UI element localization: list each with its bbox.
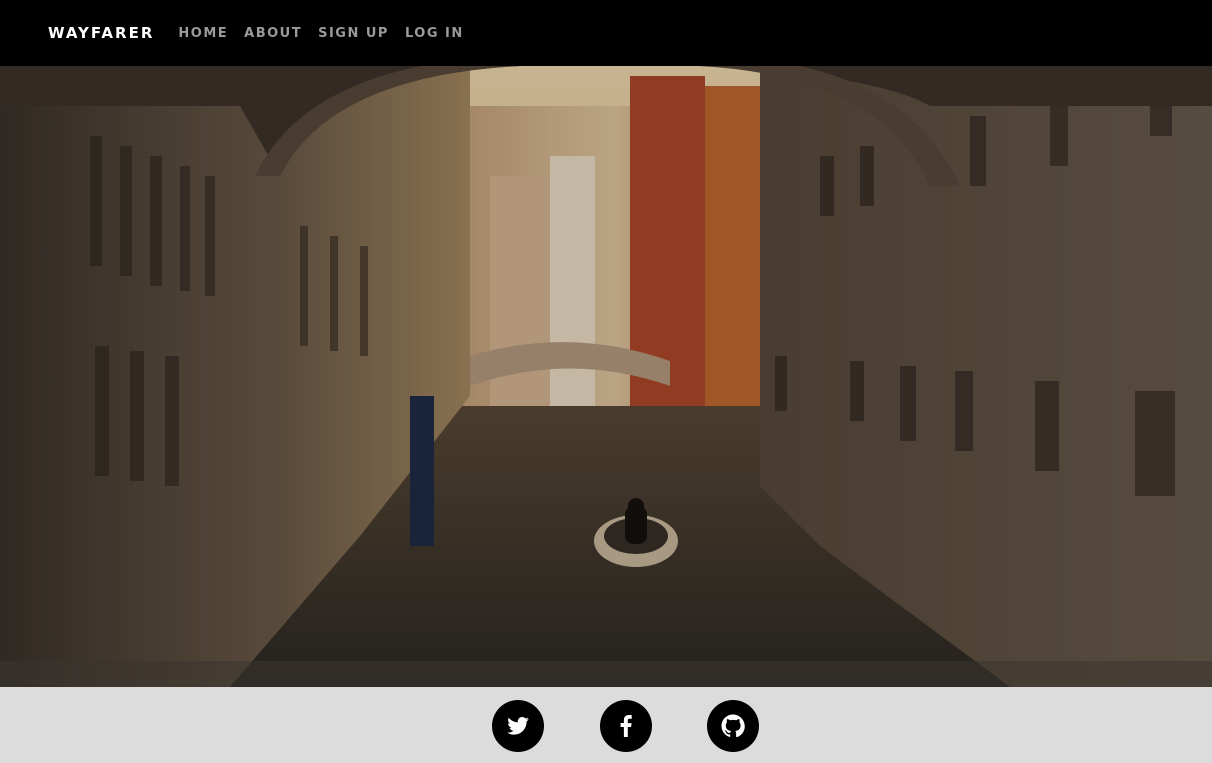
nav-signup-link[interactable]: SIGN UP: [318, 26, 389, 41]
nav-about-link[interactable]: ABOUT: [244, 26, 302, 41]
nav-login-link[interactable]: LOG IN: [405, 26, 464, 41]
hero-image: [0, 66, 1212, 687]
top-navbar: WAYFARER HOME ABOUT SIGN UP LOG IN: [0, 0, 1212, 66]
github-button[interactable]: [707, 700, 759, 752]
facebook-icon: [620, 715, 632, 737]
twitter-icon: [507, 717, 529, 735]
nav-home-link[interactable]: HOME: [178, 26, 228, 41]
venice-canal-photo: [0, 66, 1212, 687]
footer: [0, 687, 1212, 763]
twitter-button[interactable]: [492, 700, 544, 752]
github-icon: [721, 714, 745, 738]
facebook-button[interactable]: [600, 700, 652, 752]
brand-logo[interactable]: WAYFARER: [48, 24, 154, 42]
